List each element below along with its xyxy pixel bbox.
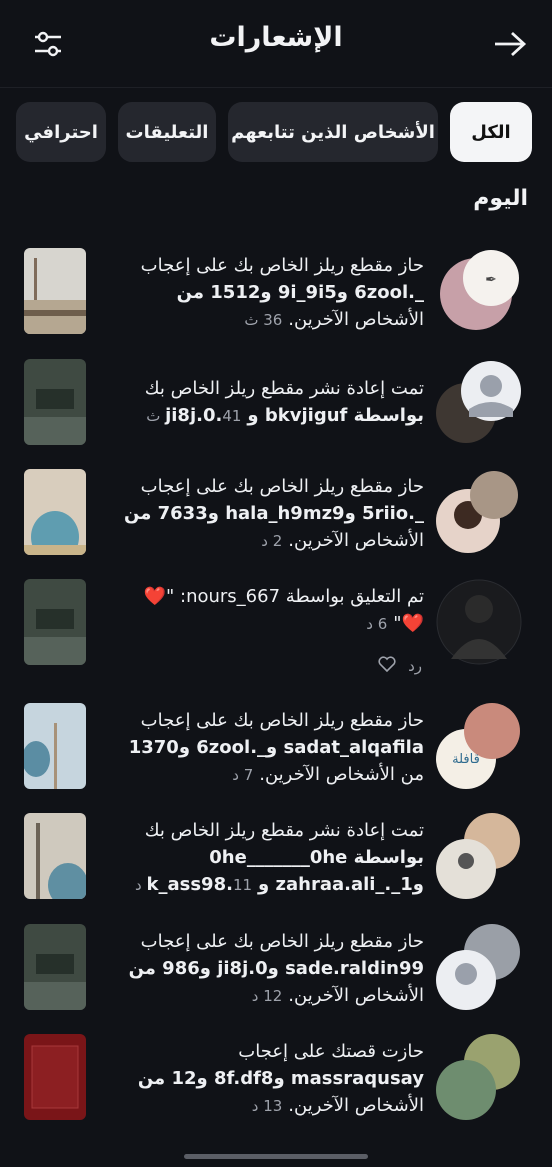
notification-text: حاز مقطع ريلز الخاص بك على إعجاب sade.ra… — [128, 931, 424, 1006]
notification-text: تمت إعادة نشر مقطع ريلز الخاص بك بواسطة … — [144, 378, 424, 426]
avatar[interactable] — [436, 813, 522, 899]
story-thumbnail[interactable] — [24, 1034, 86, 1120]
reel-thumbnail[interactable] — [24, 359, 86, 445]
notification-text: حازت قصتك على إعجاب massraqusay و8f.df8 … — [137, 1041, 424, 1116]
notification-row[interactable]: حاز مقطع ريلز الخاص بك على إعجاب _.5riio… — [0, 469, 552, 579]
notification-row[interactable]: تمت إعادة نشر مقطع ريلز الخاص بك بواسطة … — [0, 359, 552, 469]
notification-text: تم التعليق بواسطة nours_667: "❤️ ❤️"6 د — [143, 586, 424, 634]
avatar[interactable] — [436, 924, 522, 1010]
notification-text: حاز مقطع ريلز الخاص بك على إعجاب sadat_a… — [128, 710, 424, 785]
reel-thumbnail[interactable] — [24, 579, 86, 665]
tab-following[interactable]: الأشخاص الذين تتابعهم — [228, 102, 438, 162]
notification-row[interactable]: حازت قصتك على إعجاب massraqusay و8f.df8 … — [0, 1034, 552, 1144]
avatar[interactable]: ✒ — [436, 248, 522, 334]
tab-professional[interactable]: احترافي — [16, 102, 106, 162]
section-today: اليوم — [473, 186, 528, 211]
notification-row[interactable]: حاز مقطع ريلز الخاص بك على إعجاب sade.ra… — [0, 924, 552, 1034]
avatar[interactable] — [436, 1034, 522, 1120]
page-title: الإشعارات — [209, 22, 343, 53]
svg-text:✒: ✒ — [485, 272, 497, 288]
reel-thumbnail[interactable] — [24, 469, 86, 555]
avatar[interactable]: قافلة — [436, 703, 522, 789]
avatar[interactable] — [436, 579, 522, 665]
reel-thumbnail[interactable] — [24, 813, 86, 899]
notification-row[interactable]: قافلة حاز مقطع ريلز الخاص بك على إعجاب s… — [0, 703, 552, 813]
notification-text: تمت إعادة نشر مقطع ريلز الخاص بك بواسطة … — [135, 820, 424, 895]
reply-button[interactable]: رد — [408, 657, 422, 675]
notification-row[interactable]: تم التعليق بواسطة nours_667: "❤️ ❤️"6 د — [0, 579, 552, 689]
tab-comments[interactable]: التعليقات — [118, 102, 216, 162]
avatar[interactable] — [436, 359, 522, 445]
reel-thumbnail[interactable] — [24, 924, 86, 1010]
home-indicator — [184, 1154, 368, 1159]
svg-text:قافلة: قافلة — [452, 752, 480, 767]
avatar[interactable] — [436, 469, 522, 555]
tab-all[interactable]: الكل — [450, 102, 532, 162]
notification-row[interactable]: تمت إعادة نشر مقطع ريلز الخاص بك بواسطة … — [0, 813, 552, 923]
heart-icon[interactable] — [378, 656, 396, 676]
filter-tabs: الكل الأشخاص الذين تتابعهم التعليقات احت… — [16, 102, 532, 164]
notification-text: حاز مقطع ريلز الخاص بك على إعجاب _.5riio… — [124, 476, 424, 551]
notification-text: حاز مقطع ريلز الخاص بك على إعجاب _.6zool… — [140, 255, 424, 330]
reply-row: رد — [378, 656, 422, 676]
reel-thumbnail[interactable] — [24, 248, 86, 334]
reel-thumbnail[interactable] — [24, 703, 86, 789]
notification-row[interactable]: ✒ حاز مقطع ريلز الخاص بك على إعجاب _.6zo… — [0, 248, 552, 358]
